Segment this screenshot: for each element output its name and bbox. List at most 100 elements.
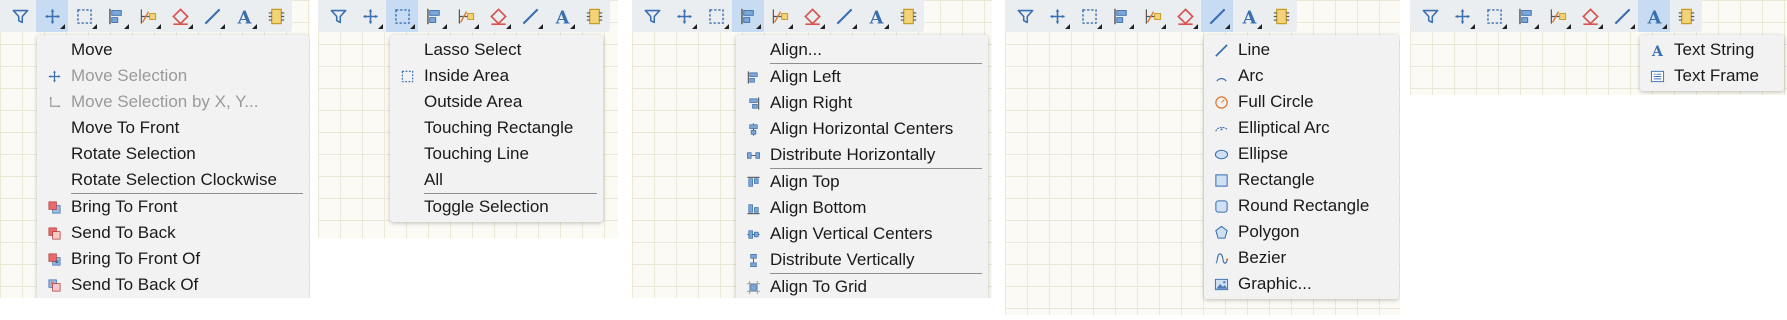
component-tool-button[interactable] <box>578 0 610 32</box>
svg-text:A: A <box>1646 7 1662 25</box>
text-a-icon: A <box>235 7 254 25</box>
menu-item-polygon[interactable]: Polygon <box>1204 219 1399 245</box>
filter-tool-button[interactable] <box>4 0 36 32</box>
menu-item-send-to-back-of[interactable]: Send To Back Of <box>37 272 309 298</box>
node-tool-button[interactable] <box>450 0 482 32</box>
align-tool-button[interactable] <box>100 0 132 32</box>
submenu-indicator-icon <box>852 24 857 29</box>
menu-item-lasso-select[interactable]: Lasso Select <box>390 37 603 63</box>
dashed-rect-icon <box>393 7 412 26</box>
menu-item-align-bottom[interactable]: Align Bottom <box>736 195 988 221</box>
menu-item-bring-to-front-of[interactable]: Bring To Front Of <box>37 246 309 272</box>
node-tool-button[interactable] <box>132 0 164 32</box>
select-area-tool-button[interactable] <box>700 0 732 32</box>
menu-item-elliptical-arc[interactable]: Elliptical Arc <box>1204 115 1399 141</box>
menu-item-rectangle[interactable]: Rectangle <box>1204 167 1399 193</box>
menu-item-ellipse[interactable]: Ellipse <box>1204 141 1399 167</box>
move-tool-button[interactable] <box>36 0 68 32</box>
select-area-tool-button[interactable] <box>386 0 418 32</box>
menu-item-rotate-selection[interactable]: Rotate Selection <box>37 141 309 167</box>
text-tool-button[interactable]: A <box>1638 0 1670 32</box>
node-tool-button[interactable] <box>764 0 796 32</box>
filter-tool-button[interactable] <box>322 0 354 32</box>
menu-item-arc[interactable]: Arc <box>1204 63 1399 89</box>
menu-item-move-to-front[interactable]: Move To Front <box>37 115 309 141</box>
eraser-tool-button[interactable] <box>1169 0 1201 32</box>
eraser-tool-button[interactable] <box>482 0 514 32</box>
component-tool-button[interactable] <box>260 0 292 32</box>
align-tool-button[interactable] <box>1105 0 1137 32</box>
menu-item-align[interactable]: Align... <box>736 37 988 63</box>
menu-item-distribute-horizontally[interactable]: Distribute Horizontally <box>736 142 988 168</box>
move-tool-button[interactable] <box>668 0 700 32</box>
menu-item-full-circle[interactable]: Full Circle <box>1204 89 1399 115</box>
select-area-tool-button[interactable] <box>68 0 100 32</box>
menu-item-move[interactable]: Move <box>37 37 309 63</box>
menu-item-line[interactable]: Line <box>1204 37 1399 63</box>
select-area-tool-button[interactable] <box>1073 0 1105 32</box>
filter-tool-button[interactable] <box>1009 0 1041 32</box>
menu-item-label: Outside Area <box>424 92 523 111</box>
align-tool-button[interactable] <box>418 0 450 32</box>
polygon-icon <box>1204 219 1238 245</box>
component-tool-button[interactable] <box>892 0 924 32</box>
menu-item-inside-area[interactable]: Inside Area <box>390 63 603 89</box>
text-tool-button[interactable]: A <box>1233 0 1265 32</box>
submenu-indicator-icon <box>1598 24 1603 29</box>
eraser-tool-button[interactable] <box>1574 0 1606 32</box>
node-tool-button[interactable] <box>1137 0 1169 32</box>
menu-item-text-string[interactable]: A Text String <box>1640 37 1784 63</box>
align-tool-button[interactable] <box>1510 0 1542 32</box>
menu-item-touching-line[interactable]: Touching Line <box>390 141 603 167</box>
text-tool-button[interactable]: A <box>228 0 260 32</box>
menu-item-bezier[interactable]: Bezier <box>1204 245 1399 271</box>
menu-item-round-rectangle[interactable]: Round Rectangle <box>1204 193 1399 219</box>
move-tool-button[interactable] <box>1041 0 1073 32</box>
line-tool-button[interactable] <box>196 0 228 32</box>
menu-item-label: Line <box>1238 40 1271 59</box>
menu-item-text-frame[interactable]: Text Frame <box>1640 63 1784 89</box>
menu-item-label: Bring To Front Of <box>71 249 201 268</box>
line-tool-button[interactable] <box>1606 0 1638 32</box>
menu-item-all[interactable]: All <box>390 167 603 193</box>
menu-item-rotate-selection-clockwise[interactable]: Rotate Selection Clockwise <box>37 167 309 193</box>
move-tool-button[interactable] <box>1446 0 1478 32</box>
node-edit-icon <box>771 7 790 26</box>
menu-item-bring-to-front[interactable]: Bring To Front <box>37 194 309 220</box>
menu-item-align-horizontal-centers[interactable]: Align Horizontal Centers <box>736 116 988 142</box>
menu-item-align-to-grid[interactable]: Align To Grid <box>736 274 988 298</box>
menu-item-move-selection-by-x-y[interactable]: Move Selection by X, Y... <box>37 89 309 115</box>
filter-tool-button[interactable] <box>1414 0 1446 32</box>
bring-to-front-of-icon <box>37 246 71 272</box>
menu-item-toggle-selection[interactable]: Toggle Selection <box>390 194 603 220</box>
dashed-rect-icon <box>75 7 94 26</box>
menu-item-label: Full Circle <box>1238 92 1314 111</box>
menu-item-send-to-back[interactable]: Send To Back <box>37 220 309 246</box>
eraser-tool-button[interactable] <box>796 0 828 32</box>
menu-item-align-vertical-centers[interactable]: Align Vertical Centers <box>736 221 988 247</box>
align-tool-button[interactable] <box>732 0 764 32</box>
menu-item-align-right[interactable]: Align Right <box>736 90 988 116</box>
text-tool-button[interactable]: A <box>860 0 892 32</box>
menu-item-align-top[interactable]: Align Top <box>736 169 988 195</box>
move-tool-button[interactable] <box>354 0 386 32</box>
menu-item-touching-rectangle[interactable]: Touching Rectangle <box>390 115 603 141</box>
line-tool-button[interactable] <box>828 0 860 32</box>
submenu-indicator-icon <box>506 24 511 29</box>
text-tool-button[interactable]: A <box>546 0 578 32</box>
component-tool-button[interactable] <box>1265 0 1297 32</box>
menu-item-distribute-vertically[interactable]: Distribute Vertically <box>736 247 988 273</box>
line-tool-button[interactable] <box>514 0 546 32</box>
menu-item-graphic[interactable]: Graphic... <box>1204 271 1399 297</box>
select-area-tool-button[interactable] <box>1478 0 1510 32</box>
menu-item-label: Align Top <box>770 172 840 191</box>
menu-item-outside-area[interactable]: Outside Area <box>390 89 603 115</box>
node-tool-button[interactable] <box>1542 0 1574 32</box>
align-left-icon <box>736 64 770 90</box>
line-tool-button[interactable] <box>1201 0 1233 32</box>
menu-item-align-left[interactable]: Align Left <box>736 64 988 90</box>
component-tool-button[interactable] <box>1670 0 1702 32</box>
filter-tool-button[interactable] <box>636 0 668 32</box>
menu-item-move-selection[interactable]: Move Selection <box>37 63 309 89</box>
eraser-tool-button[interactable] <box>164 0 196 32</box>
